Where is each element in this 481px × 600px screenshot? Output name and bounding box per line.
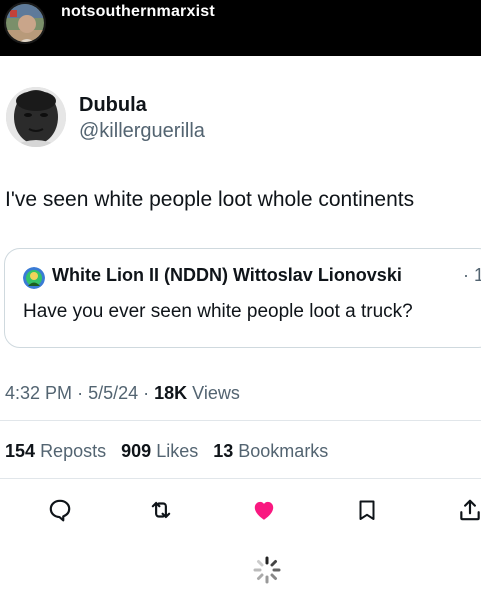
quoted-time-separator: · 1 bbox=[463, 265, 481, 285]
views-label: Views bbox=[192, 383, 240, 403]
like-button[interactable] bbox=[249, 495, 279, 525]
bookmarks-stat[interactable]: 13 Bookmarks bbox=[213, 441, 328, 461]
views-count: 18K bbox=[154, 383, 188, 403]
retweet-icon bbox=[151, 501, 171, 519]
reposts-count: 154 bbox=[5, 441, 36, 461]
share-button[interactable] bbox=[455, 495, 481, 525]
author-name[interactable]: Dubula bbox=[79, 94, 147, 117]
tweet-time[interactable]: 4:32 PM bbox=[5, 383, 72, 403]
divider bbox=[0, 478, 481, 479]
bookmarks-count: 13 bbox=[213, 441, 234, 461]
likes-stat[interactable]: 909 Likes bbox=[121, 441, 203, 461]
heart-icon bbox=[254, 501, 274, 520]
reply-icon bbox=[49, 499, 71, 522]
bookmark-icon bbox=[359, 500, 375, 520]
tweet-text: I've seen white people loot whole contin… bbox=[5, 188, 415, 211]
retweet-button[interactable] bbox=[146, 495, 176, 525]
quoted-tweet-text: Have you ever seen white people loot a t… bbox=[23, 301, 413, 322]
author-avatar[interactable] bbox=[6, 87, 66, 147]
bookmarks-label: Bookmarks bbox=[238, 441, 329, 461]
likes-count: 909 bbox=[121, 441, 152, 461]
tweet-meta: 4:32 PM · 5/5/24 · 18K Views bbox=[5, 383, 240, 403]
reposts-label: Reposts bbox=[40, 441, 107, 461]
quoted-author-avatar bbox=[23, 267, 45, 289]
reposts-stat[interactable]: 154 Reposts bbox=[5, 441, 111, 461]
tweet-date[interactable]: 5/5/24 bbox=[88, 383, 138, 403]
likes-label: Likes bbox=[156, 441, 199, 461]
engagement-stats: 154 Reposts 909 Likes 13 Bookmarks bbox=[5, 441, 338, 462]
divider bbox=[0, 420, 481, 421]
quoted-tweet-card[interactable]: White Lion II (NDDN) Wittoslav Lionovski… bbox=[4, 248, 481, 348]
quoted-author-name: White Lion II (NDDN) Wittoslav Lionovski bbox=[52, 265, 402, 285]
reply-button[interactable] bbox=[45, 495, 75, 525]
header-username[interactable]: notsouthernmarxist bbox=[61, 3, 215, 21]
top-header-bar: notsouthernmarxist bbox=[0, 0, 481, 56]
header-avatar[interactable] bbox=[4, 2, 46, 44]
author-handle[interactable]: @killerguerilla bbox=[79, 120, 205, 143]
bookmark-button[interactable] bbox=[352, 495, 382, 525]
loading-spinner-icon bbox=[252, 555, 282, 585]
share-icon bbox=[460, 499, 480, 521]
